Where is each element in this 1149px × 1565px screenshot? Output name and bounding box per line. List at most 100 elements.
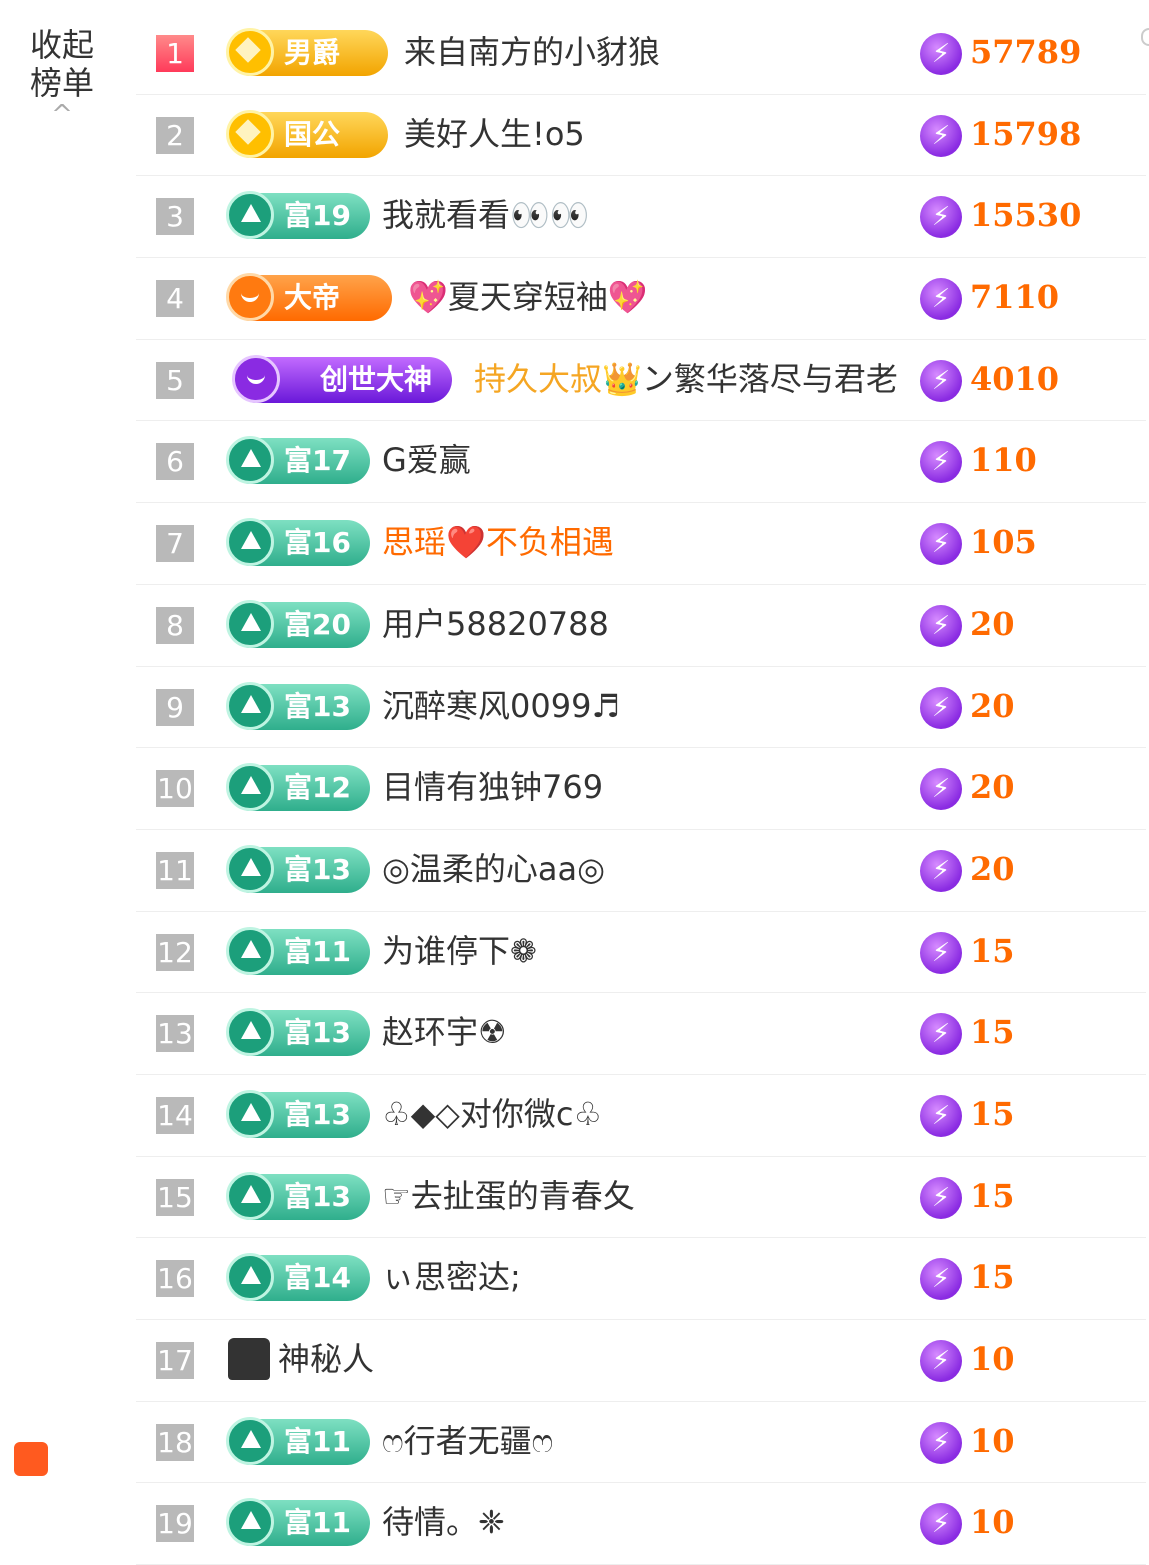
ranking-row[interactable]: 12 富11 为谁停下❁ ⚡ 15 — [136, 912, 1146, 994]
rank-number: 19 — [156, 1505, 194, 1543]
ranking-row[interactable]: 4 大帝 💖夏天穿短袖💖 ⚡ 7110 — [136, 258, 1146, 340]
level-badge: 富19 — [226, 191, 370, 240]
user-name[interactable]: 为谁停下❁ — [382, 928, 537, 974]
lightning-icon: ⚡ — [920, 196, 962, 239]
ranking-row[interactable]: 2 国公 美好人生!o5 ⚡ 15798 — [136, 95, 1146, 177]
ranking-row[interactable]: 16 富14 ぃ思密达; ⚡ 15 — [136, 1238, 1146, 1320]
level-badge: 富11 — [226, 1416, 370, 1465]
user-name[interactable]: 用户58820788 — [382, 601, 609, 647]
user-name[interactable]: ෆ行者无疆ෆ — [382, 1418, 553, 1464]
badge-emblem-icon — [226, 518, 274, 567]
score-value: 15 — [970, 1013, 1015, 1052]
lightning-icon: ⚡ — [920, 359, 962, 402]
level-badge-label: 富13 — [284, 1097, 351, 1131]
score-value: 4010 — [970, 359, 1060, 398]
score-value: 15798 — [970, 114, 1082, 153]
user-name[interactable]: 美好人生!o5 — [404, 111, 585, 157]
user-name[interactable]: G爱赢 — [382, 437, 471, 483]
score-value: 20 — [970, 849, 1015, 888]
ranking-row[interactable]: 3 富19 我就看看👀👀 ⚡ 15530 — [136, 176, 1146, 259]
badge-emblem-icon — [226, 109, 274, 158]
level-badge-label: 富13 — [284, 852, 351, 886]
user-name[interactable]: 待情。❈ — [382, 1499, 505, 1545]
speaker-icon[interactable] — [14, 1442, 48, 1476]
lightning-icon: ⚡ — [920, 278, 962, 321]
score-value: 15 — [970, 1094, 1015, 1133]
level-badge: 富13 — [226, 1089, 370, 1138]
user-name[interactable]: 目情有独钟769 — [382, 764, 603, 810]
score-value: 15 — [970, 1176, 1015, 1215]
score-value: 110 — [970, 441, 1037, 480]
user-name[interactable]: 神秘人 — [278, 1336, 374, 1382]
level-badge-label: 富14 — [284, 1261, 351, 1295]
ranking-row[interactable]: 17 神秘人 ⚡ 10 — [136, 1320, 1146, 1402]
rank-number: 10 — [156, 770, 194, 808]
level-badge: 男爵 — [226, 28, 388, 76]
score-value: 57789 — [970, 33, 1082, 71]
badge-emblem-icon — [226, 1171, 274, 1220]
ranking-row[interactable]: 11 富13 ◎温柔的心aa◎ ⚡ 20 — [136, 830, 1146, 912]
level-badge: 富11 — [226, 926, 370, 975]
ranking-row[interactable]: 5 创世大神 持久大叔👑ン繁华落尽与君老 ⚡ 4010 — [136, 340, 1146, 422]
lightning-icon: ⚡ — [920, 1258, 962, 1301]
rank-number: 18 — [156, 1423, 194, 1461]
level-badge: 富13 — [226, 1171, 370, 1220]
ranking-row[interactable]: 15 富13 ☞去扯蛋的青春夂 ⚡ 15 — [136, 1157, 1146, 1239]
badge-emblem-icon — [226, 844, 274, 893]
ranking-row[interactable]: 9 富13 沉醉寒风0099♬ ⚡ 20 — [136, 667, 1146, 749]
ranking-row[interactable]: 14 富13 ♧◆◇对你微c♧ ⚡ 15 — [136, 1075, 1146, 1157]
ranking-row[interactable]: 6 富17 G爱赢 ⚡ 110 — [136, 421, 1146, 504]
rank-number: 9 — [156, 688, 194, 726]
rank-number: 8 — [156, 606, 194, 644]
level-badge: 富13 — [226, 844, 370, 893]
user-name[interactable]: 赵环宇☢ — [382, 1009, 507, 1055]
level-badge: 富13 — [226, 1008, 370, 1057]
lightning-icon: ⚡ — [920, 931, 962, 974]
user-name[interactable]: 思瑶❤️不负相遇 — [382, 519, 614, 565]
score-value: 20 — [970, 604, 1015, 643]
rank-number: 15 — [156, 1178, 194, 1216]
level-badge: 富13 — [226, 681, 370, 730]
collapse-list-button[interactable]: 收起 榜单 ^ — [26, 26, 98, 128]
ranking-row[interactable]: 7 富16 思瑶❤️不负相遇 ⚡ 105 — [136, 503, 1146, 585]
collapse-label-line1: 收起 — [29, 26, 94, 64]
user-name[interactable]: ♧◆◇对你微c♧ — [382, 1091, 602, 1137]
level-badge-label: 富16 — [284, 526, 351, 560]
badge-emblem-icon — [226, 599, 274, 648]
user-name[interactable]: 我就看看👀👀 — [382, 192, 590, 238]
level-badge: 富16 — [226, 518, 370, 567]
user-name[interactable]: ぃ思密达; — [382, 1254, 521, 1300]
score-value: 15530 — [970, 196, 1082, 235]
level-badge-label: 富13 — [284, 1179, 351, 1213]
user-name[interactable]: 💖夏天穿短袖💖 — [408, 274, 648, 320]
rank-number: 6 — [156, 443, 194, 481]
ranking-row[interactable]: 1 男爵 来自南方的小豺狼 ⚡ 57789 — [136, 13, 1146, 95]
level-badge-label: 富13 — [284, 689, 351, 723]
lightning-icon: ⚡ — [920, 441, 962, 484]
lightning-icon: ⚡ — [920, 523, 962, 566]
ranking-row[interactable]: 8 富20 用户58820788 ⚡ 20 — [136, 585, 1146, 667]
user-name[interactable]: 持久大叔👑ン繁华落尽与君老 — [474, 356, 898, 402]
score-value: 7110 — [970, 278, 1060, 317]
level-badge-label: 富20 — [284, 607, 351, 641]
score-value: 10 — [970, 1503, 1015, 1542]
user-name[interactable]: ☞去扯蛋的青春夂 — [382, 1173, 635, 1219]
score-value: 10 — [970, 1421, 1015, 1460]
level-badge-label: 富17 — [284, 444, 351, 478]
ranking-row[interactable]: 19 富11 待情。❈ ⚡ 10 — [136, 1483, 1146, 1565]
level-badge: 富20 — [226, 599, 370, 648]
user-name[interactable]: 沉醉寒风0099♬ — [382, 683, 620, 729]
score-value: 20 — [970, 686, 1015, 725]
badge-emblem-icon — [226, 681, 274, 730]
level-badge: 富12 — [226, 763, 370, 812]
user-name-rest: ン繁华落尽与君老 — [641, 359, 898, 398]
ranking-row[interactable]: 10 富12 目情有独钟769 ⚡ 20 — [136, 748, 1146, 830]
user-name[interactable]: ◎温柔的心aa◎ — [382, 846, 605, 892]
user-name[interactable]: 来自南方的小豺狼 — [404, 29, 660, 75]
ranking-row[interactable]: 13 富13 赵环宇☢ ⚡ 15 — [136, 993, 1146, 1075]
score-value: 15 — [970, 931, 1015, 970]
rank-number: 12 — [156, 933, 194, 971]
badge-emblem-icon — [226, 926, 274, 975]
ranking-row[interactable]: 18 富11 ෆ行者无疆ෆ ⚡ 10 — [136, 1402, 1146, 1484]
user-name-highlight: 持久大叔👑 — [474, 359, 642, 398]
